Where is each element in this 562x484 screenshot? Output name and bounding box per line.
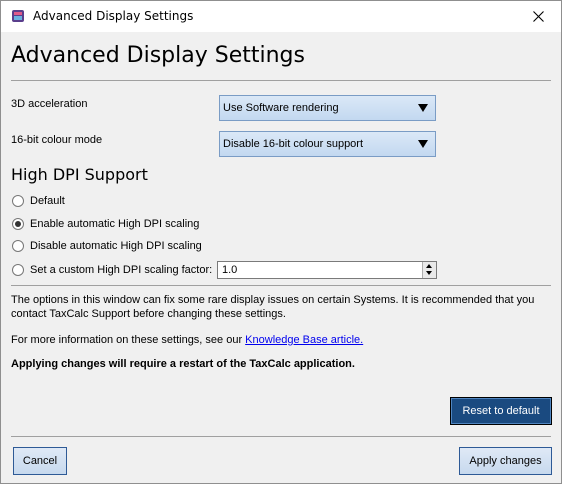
advanced-display-settings-window: Advanced Display Settings Advanced Displ… (0, 0, 562, 484)
divider (11, 436, 551, 437)
spin-up-icon[interactable] (423, 262, 436, 270)
taxcalc-app-icon (12, 10, 24, 22)
radio-label: Enable automatic High DPI scaling (30, 218, 200, 230)
divider (11, 285, 551, 286)
more-info-line: For more information on these settings, … (11, 333, 556, 347)
colour-mode-label: 16-bit colour mode (11, 134, 103, 146)
acceleration-select-value: Use Software rendering (223, 102, 339, 114)
radio-button[interactable] (12, 195, 24, 207)
radio-button[interactable] (12, 240, 24, 252)
dropdown-arrow-icon (418, 104, 428, 112)
page-title: Advanced Display Settings (11, 43, 305, 68)
cancel-button[interactable]: Cancel (13, 447, 67, 475)
restart-note: Applying changes will require a restart … (11, 358, 355, 370)
acceleration-label: 3D acceleration (11, 98, 88, 110)
colour-mode-select-value: Disable 16-bit colour support (223, 138, 364, 150)
info-text: The options in this window can fix some … (11, 294, 535, 320)
scaling-factor-spinbox[interactable] (217, 261, 437, 279)
scaling-factor-input[interactable] (218, 262, 418, 278)
apply-changes-button[interactable]: Apply changes (459, 447, 552, 475)
radio-button[interactable] (12, 264, 24, 276)
radio-button[interactable] (12, 218, 24, 230)
title-bar: Advanced Display Settings (1, 1, 561, 32)
close-icon (532, 11, 544, 22)
radio-default[interactable]: Default (12, 193, 65, 209)
radio-custom-dpi[interactable]: Set a custom High DPI scaling factor: (12, 262, 212, 278)
acceleration-select[interactable]: Use Software rendering (219, 95, 436, 121)
radio-label: Default (30, 195, 65, 207)
radio-label: Set a custom High DPI scaling factor: (30, 264, 213, 276)
more-info-prefix: For more information on these settings, … (11, 334, 246, 346)
dropdown-arrow-icon (418, 140, 428, 148)
window-title: Advanced Display Settings (33, 9, 194, 23)
knowledge-base-link[interactable]: Knowledge Base article. (245, 334, 363, 346)
radio-enable-auto-dpi[interactable]: Enable automatic High DPI scaling (12, 216, 199, 232)
radio-disable-auto-dpi[interactable]: Disable automatic High DPI scaling (12, 238, 202, 254)
radio-label: Disable automatic High DPI scaling (30, 240, 202, 252)
spin-buttons (422, 262, 436, 278)
close-button[interactable] (515, 1, 561, 32)
colour-mode-select[interactable]: Disable 16-bit colour support (219, 131, 436, 157)
dpi-section-title: High DPI Support (11, 165, 148, 184)
spin-down-icon[interactable] (423, 270, 436, 278)
divider (11, 80, 551, 81)
reset-to-default-button[interactable]: Reset to default (450, 397, 552, 425)
